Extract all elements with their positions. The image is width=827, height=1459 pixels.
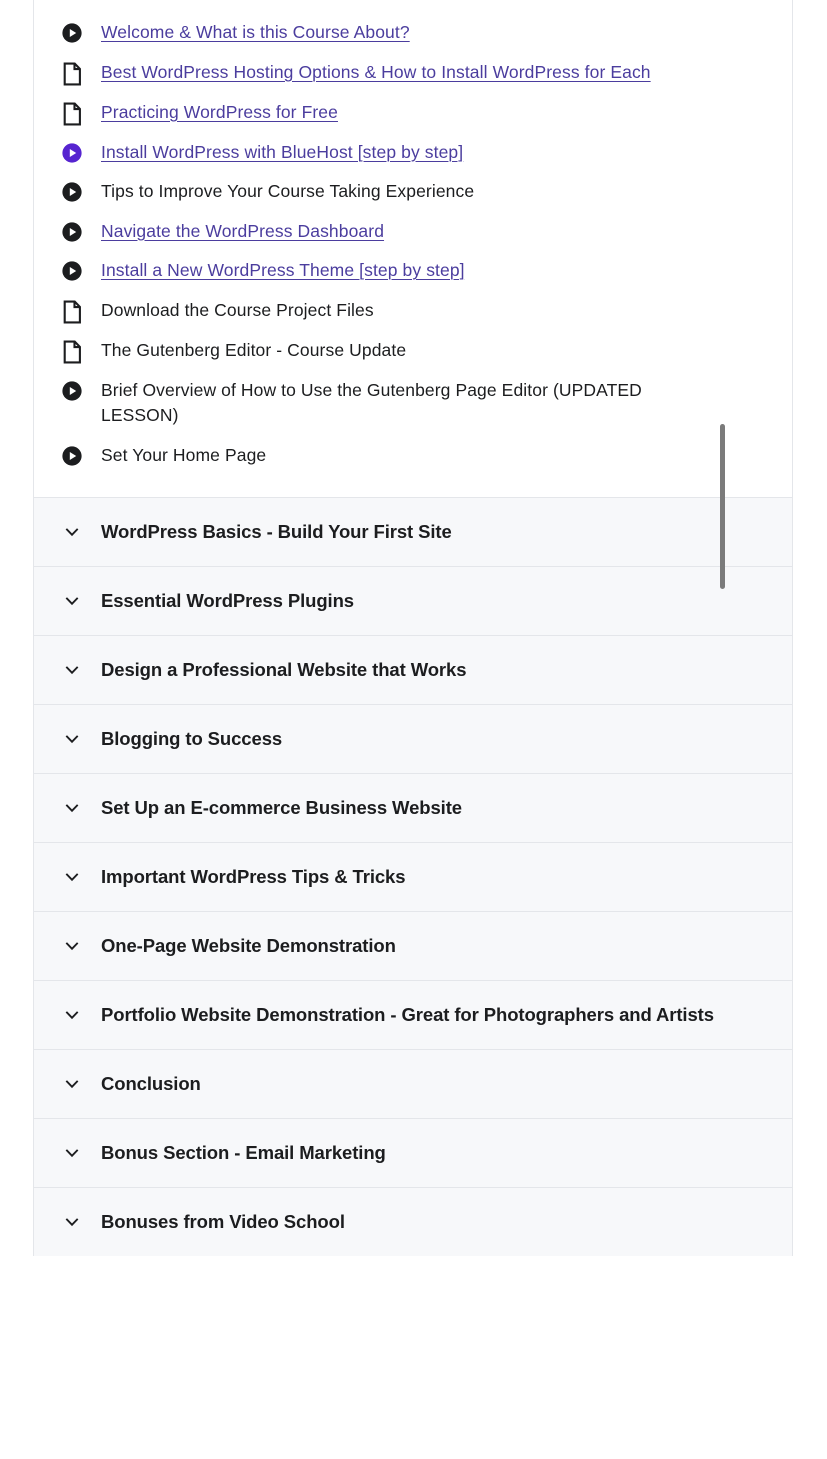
- section-header[interactable]: Design a Professional Website that Works: [34, 636, 792, 705]
- chevron-down-icon[interactable]: [55, 1002, 89, 1024]
- chevron-down-icon[interactable]: [55, 657, 89, 679]
- section-header[interactable]: Set Up an E-commerce Business Website: [34, 774, 792, 843]
- section-title: Blogging to Success: [101, 728, 283, 749]
- document-icon: [55, 338, 89, 364]
- lesson-row[interactable]: Practicing WordPress for Free: [34, 93, 792, 133]
- document-icon: [55, 298, 89, 324]
- collapsed-section-list: WordPress Basics - Build Your First Site…: [34, 498, 792, 1256]
- chevron-down-icon[interactable]: [55, 726, 89, 748]
- document-icon: [55, 60, 89, 86]
- section-header[interactable]: Portfolio Website Demonstration - Great …: [34, 981, 792, 1050]
- chevron-down-icon[interactable]: [55, 864, 89, 886]
- lesson-row[interactable]: The Gutenberg Editor - Course Update: [34, 331, 792, 371]
- section-header[interactable]: Blogging to Success: [34, 705, 792, 774]
- section-title: Important WordPress Tips & Tricks: [101, 866, 406, 887]
- lesson-title-link[interactable]: Welcome & What is this Course About?: [101, 20, 661, 46]
- expanded-section-lessons: Welcome & What is this Course About? Best…: [34, 0, 792, 589]
- lesson-title: Set Your Home Page: [101, 444, 267, 465]
- lesson-title-link[interactable]: Practicing WordPress for Free: [101, 100, 661, 126]
- lesson-row[interactable]: Brief Overview of How to Use the Gutenbe…: [34, 371, 792, 436]
- play-circle-icon: [55, 378, 89, 402]
- play-circle-icon: [55, 219, 89, 243]
- section-title: Bonus Section - Email Marketing: [101, 1142, 386, 1163]
- section-title: One-Page Website Demonstration: [101, 935, 396, 956]
- section-title: Bonuses from Video School: [101, 1211, 345, 1232]
- play-circle-icon: [55, 20, 89, 44]
- lesson-row[interactable]: Install WordPress with BlueHost [step by…: [34, 133, 792, 173]
- curriculum-panel: Welcome & What is this Course About? Best…: [33, 0, 793, 1256]
- section-title: Design a Professional Website that Works: [101, 659, 467, 680]
- chevron-down-icon[interactable]: [55, 519, 89, 541]
- chevron-down-icon[interactable]: [55, 1140, 89, 1162]
- chevron-down-icon[interactable]: [55, 1209, 89, 1231]
- play-circle-icon: [55, 179, 89, 203]
- lesson-row[interactable]: Download the Course Project Files: [34, 291, 792, 331]
- play-circle-icon: [55, 443, 89, 467]
- lesson-row[interactable]: Best WordPress Hosting Options & How to …: [34, 53, 792, 93]
- play-circle-icon: [55, 258, 89, 282]
- lesson-row[interactable]: Tips to Improve Your Course Taking Exper…: [34, 172, 792, 212]
- lesson-title: The Gutenberg Editor - Course Update: [101, 339, 407, 360]
- section-header[interactable]: Conclusion: [34, 1050, 792, 1119]
- lesson-title: Tips to Improve Your Course Taking Exper…: [101, 181, 475, 201]
- section-header[interactable]: Essential WordPress Plugins: [34, 567, 792, 636]
- section-title: Portfolio Website Demonstration - Great …: [101, 1004, 714, 1025]
- lesson-row[interactable]: Welcome & What is this Course About?: [34, 13, 792, 53]
- play-circle-icon: [55, 140, 89, 164]
- lesson-list: Welcome & What is this Course About? Best…: [34, 13, 792, 475]
- lesson-row[interactable]: Set Your Home Page: [34, 436, 792, 476]
- section-header[interactable]: Bonus Section - Email Marketing: [34, 1119, 792, 1188]
- chevron-down-icon[interactable]: [55, 1071, 89, 1093]
- lesson-title-link[interactable]: Install WordPress with BlueHost [step by…: [101, 140, 661, 166]
- lesson-list-scrollbar[interactable]: [720, 424, 725, 589]
- section-title: Conclusion: [101, 1073, 201, 1094]
- section-header[interactable]: Bonuses from Video School: [34, 1188, 792, 1256]
- section-title: Set Up an E-commerce Business Website: [101, 797, 462, 818]
- section-title: WordPress Basics - Build Your First Site: [101, 521, 452, 542]
- document-icon: [55, 100, 89, 126]
- section-header[interactable]: Important WordPress Tips & Tricks: [34, 843, 792, 912]
- course-curriculum-page: Welcome & What is this Course About? Best…: [0, 0, 827, 1459]
- lesson-title: Brief Overview of How to Use the Gutenbe…: [101, 379, 642, 426]
- lesson-row[interactable]: Install a New WordPress Theme [step by s…: [34, 251, 792, 291]
- section-header[interactable]: WordPress Basics - Build Your First Site: [34, 498, 792, 567]
- lesson-title-link[interactable]: Navigate the WordPress Dashboard: [101, 219, 661, 245]
- lesson-row[interactable]: Navigate the WordPress Dashboard: [34, 212, 792, 252]
- chevron-down-icon[interactable]: [55, 588, 89, 610]
- section-header[interactable]: One-Page Website Demonstration: [34, 912, 792, 981]
- chevron-down-icon[interactable]: [55, 795, 89, 817]
- lesson-title-link[interactable]: Install a New WordPress Theme [step by s…: [101, 258, 661, 284]
- lesson-title: Download the Course Project Files: [101, 299, 374, 320]
- chevron-down-icon[interactable]: [55, 933, 89, 955]
- section-title: Essential WordPress Plugins: [101, 590, 354, 611]
- lesson-title-link[interactable]: Best WordPress Hosting Options & How to …: [101, 60, 661, 86]
